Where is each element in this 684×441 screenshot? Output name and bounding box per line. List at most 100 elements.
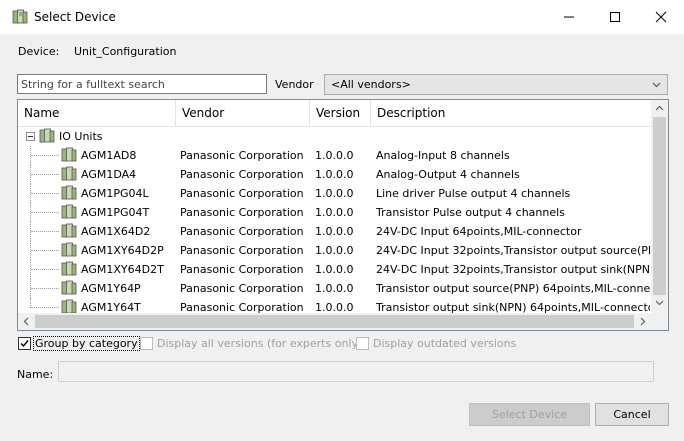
minimize-icon xyxy=(564,16,574,18)
device-row[interactable]: AGM1XY64D2T Panasonic Corporation 1.0.0.0 2… xyxy=(18,260,651,279)
device-row[interactable]: AGM1DA4 Panasonic Corporation 1.0.0.0 Analo… xyxy=(18,165,651,184)
select-device-button[interactable]: Select Device xyxy=(469,403,590,426)
device-row[interactable]: AGM1PG04T Panasonic Corporation 1.0.0.0 Tra… xyxy=(18,203,651,222)
minimize-button[interactable] xyxy=(546,0,592,34)
device-module-icon xyxy=(61,166,77,182)
chevron-up-icon[interactable] xyxy=(655,104,664,113)
name-field xyxy=(58,361,654,382)
device-name: AGM1XY64D2P xyxy=(81,244,164,257)
device-version: 1.0.0.0 xyxy=(315,168,354,181)
vendor-label: Vendor xyxy=(275,78,314,91)
display-outdated-label: Display outdated versions xyxy=(373,337,517,350)
window-title: Select Device xyxy=(34,10,116,24)
tree-line xyxy=(31,288,59,289)
device-version: 1.0.0.0 xyxy=(315,187,354,200)
device-name: AGM1X64D2 xyxy=(81,225,151,238)
device-description: 24V-DC Input 32points,Transistor output … xyxy=(376,263,650,276)
title-bar: Select Device xyxy=(0,0,684,34)
device-name: AGM1AD8 xyxy=(81,149,137,162)
column-header-name[interactable]: Name xyxy=(18,100,176,126)
device-description: Transistor output source(PNP) 64points,M… xyxy=(376,282,650,295)
column-header-version[interactable]: Version xyxy=(310,100,371,126)
chevron-down-icon xyxy=(652,82,661,88)
device-version: 1.0.0.0 xyxy=(315,263,354,276)
tree-line xyxy=(31,231,59,232)
cancel-button[interactable]: Cancel xyxy=(595,403,669,426)
device-vendor: Panasonic Corporation xyxy=(180,149,304,162)
horizontal-scrollbar[interactable] xyxy=(18,313,651,330)
device-row[interactable]: AGM1PG04L Panasonic Corporation 1.0.0.0 Lin… xyxy=(18,184,651,203)
device-label: Device: xyxy=(18,45,60,58)
device-description: 24V-DC Input 32points,Transistor output … xyxy=(376,244,650,257)
device-module-icon xyxy=(12,9,28,25)
tree-group-io-units[interactable]: IO Units xyxy=(18,127,651,146)
display-all-versions-label: Display all versions (for experts only) xyxy=(157,337,363,350)
device-name: AGM1PG04L xyxy=(81,187,149,200)
tree-line xyxy=(31,212,59,213)
device-version: 1.0.0.0 xyxy=(315,149,354,162)
group-by-category-checkbox[interactable] xyxy=(18,337,31,350)
device-vendor: Panasonic Corporation xyxy=(180,282,304,295)
tree-line xyxy=(31,269,59,270)
device-module-icon xyxy=(39,128,55,144)
tree-line xyxy=(31,174,59,175)
checkmark-icon xyxy=(20,340,29,348)
device-vendor: Panasonic Corporation xyxy=(180,168,304,181)
device-module-icon xyxy=(61,185,77,201)
device-description: Line driver Pulse output 4 channels xyxy=(376,187,571,200)
device-row[interactable]: AGM1X64D2 Panasonic Corporation 1.0.0.0 24V… xyxy=(18,222,651,241)
close-icon xyxy=(655,11,667,23)
device-version: 1.0.0.0 xyxy=(315,282,354,295)
fulltext-search-input[interactable] xyxy=(17,74,267,94)
device-row[interactable]: AGM1AD8 Panasonic Corporation 1.0.0.0 Analo… xyxy=(18,146,651,165)
maximize-icon xyxy=(610,12,620,22)
device-version: 1.0.0.0 xyxy=(315,225,354,238)
column-header-row: Name Vendor Version Description xyxy=(18,100,651,127)
device-version: 1.0.0.0 xyxy=(315,206,354,219)
device-value: Unit_Configuration xyxy=(74,45,177,58)
device-vendor: Panasonic Corporation xyxy=(180,187,304,200)
device-vendor: Panasonic Corporation xyxy=(180,263,304,276)
maximize-button[interactable] xyxy=(592,0,638,34)
device-version: 1.0.0.0 xyxy=(315,244,354,257)
device-description: 24V-DC Input 64points,MIL-connector xyxy=(376,225,582,238)
horizontal-scroll-thumb[interactable] xyxy=(35,315,634,328)
display-all-versions-checkbox[interactable] xyxy=(140,337,153,350)
tree-line xyxy=(31,193,59,194)
vendor-dropdown[interactable]: <All vendors> xyxy=(324,74,668,95)
device-row[interactable]: AGM1XY64D2P Panasonic Corporation 1.0.0.0 2… xyxy=(18,241,651,260)
device-description: Transistor Pulse output 4 channels xyxy=(376,206,565,219)
device-module-icon xyxy=(61,204,77,220)
column-header-vendor[interactable]: Vendor xyxy=(176,100,310,126)
name-label: Name: xyxy=(17,368,54,381)
device-list[interactable]: Name Vendor Version Description IO Units… xyxy=(17,99,669,331)
tree-line xyxy=(31,307,59,308)
vertical-scrollbar[interactable] xyxy=(651,100,668,313)
device-description: Analog-Output 4 channels xyxy=(376,168,520,181)
tree-group-label: IO Units xyxy=(59,130,103,143)
device-vendor: Panasonic Corporation xyxy=(180,206,304,219)
chevron-right-icon[interactable] xyxy=(638,317,647,326)
device-name: AGM1DA4 xyxy=(81,168,137,181)
scrollbar-corner xyxy=(651,313,668,330)
group-by-category-label[interactable]: Group by category xyxy=(33,336,140,351)
collapse-toggle-icon[interactable] xyxy=(26,132,35,141)
vertical-scroll-thumb[interactable] xyxy=(653,117,666,295)
vendor-selected-value: <All vendors> xyxy=(331,78,411,91)
device-module-icon xyxy=(61,280,77,296)
device-name: AGM1XY64D2T xyxy=(81,263,164,276)
device-name: AGM1PG04T xyxy=(81,206,150,219)
tree-line xyxy=(31,155,59,156)
column-header-description[interactable]: Description xyxy=(371,100,651,126)
close-button[interactable] xyxy=(638,0,684,34)
device-module-icon xyxy=(61,242,77,258)
device-module-icon xyxy=(61,223,77,239)
device-vendor: Panasonic Corporation xyxy=(180,244,304,257)
display-outdated-checkbox[interactable] xyxy=(356,337,369,350)
device-row[interactable]: AGM1Y64P Panasonic Corporation 1.0.0.0 Tran… xyxy=(18,279,651,298)
device-name: AGM1Y64P xyxy=(81,282,141,295)
chevron-left-icon[interactable] xyxy=(22,317,31,326)
device-description: Analog-Input 8 channels xyxy=(376,149,510,162)
chevron-down-icon[interactable] xyxy=(655,298,664,307)
device-module-icon xyxy=(61,261,77,277)
